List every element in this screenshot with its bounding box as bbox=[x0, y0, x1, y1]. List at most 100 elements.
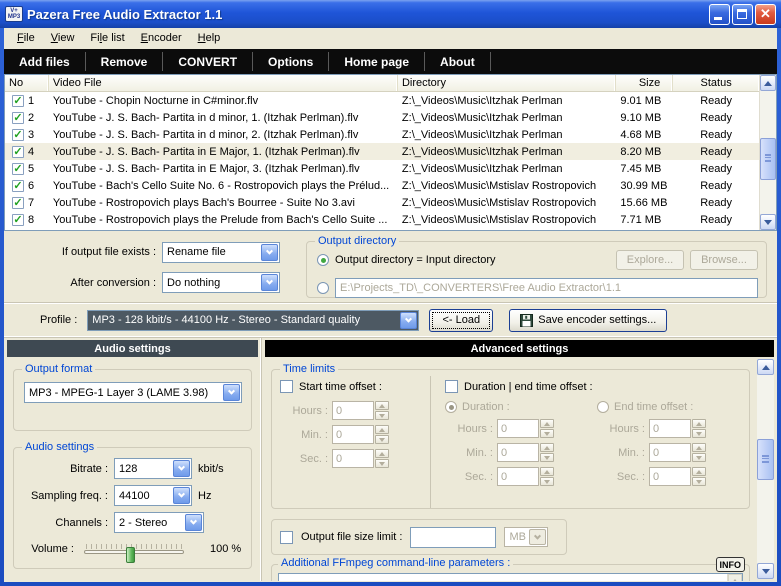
table-row[interactable]: 4YouTube - J. S. Bach- Partita in E Majo… bbox=[5, 143, 759, 160]
size-unit-combo[interactable]: MB bbox=[504, 527, 548, 547]
spin-down-icon[interactable] bbox=[692, 477, 706, 486]
spin-up-icon[interactable] bbox=[375, 425, 389, 434]
size-limit-input[interactable] bbox=[410, 527, 496, 548]
spin-down-icon[interactable] bbox=[375, 411, 389, 420]
spinner-buttons[interactable] bbox=[692, 443, 706, 462]
menu-file-list[interactable]: File list bbox=[83, 30, 131, 46]
spinner-buttons[interactable] bbox=[540, 419, 554, 438]
volume-slider[interactable] bbox=[84, 544, 184, 554]
duration-end-checkbox[interactable] bbox=[445, 380, 458, 393]
end-time-offset-radio[interactable] bbox=[597, 401, 609, 413]
column-header-directory[interactable]: Directory bbox=[398, 75, 616, 91]
maximize-button[interactable] bbox=[732, 4, 753, 25]
spin-down-icon[interactable] bbox=[540, 477, 554, 486]
radio-custom-directory[interactable] bbox=[317, 282, 329, 294]
spinner-buttons[interactable] bbox=[375, 401, 389, 420]
chevron-down-icon[interactable] bbox=[400, 312, 417, 329]
row-checkbox-checked[interactable] bbox=[12, 112, 24, 124]
scroll-up-icon[interactable] bbox=[760, 75, 776, 91]
spin-field[interactable]: 0 bbox=[649, 467, 691, 486]
column-header-status[interactable]: Status bbox=[673, 75, 759, 91]
table-row[interactable]: 5YouTube - J. S. Bach- Partita in E Majo… bbox=[5, 160, 759, 177]
spinner-buttons[interactable] bbox=[540, 467, 554, 486]
spin-field[interactable]: 0 bbox=[332, 425, 374, 444]
menu-view[interactable]: View bbox=[44, 30, 82, 46]
minimize-button[interactable] bbox=[709, 4, 730, 25]
spin-field[interactable]: 0 bbox=[649, 419, 691, 438]
scroll-down-icon[interactable] bbox=[760, 214, 776, 230]
spinner-buttons[interactable] bbox=[692, 467, 706, 486]
sampling-combo[interactable]: 44100 bbox=[114, 485, 192, 506]
chevron-down-icon[interactable] bbox=[261, 244, 278, 261]
if-exists-combo[interactable]: Rename file bbox=[162, 242, 280, 263]
scrollbar-thumb[interactable] bbox=[757, 439, 774, 480]
save-encoder-settings-button[interactable]: Save encoder settings... bbox=[509, 309, 667, 332]
spinner-buttons[interactable] bbox=[692, 419, 706, 438]
channels-combo[interactable]: 2 - Stereo bbox=[114, 512, 204, 533]
table-row[interactable]: 1YouTube - Chopin Nocturne in C#minor.fl… bbox=[5, 92, 759, 109]
browse-button[interactable]: Browse... bbox=[690, 250, 758, 270]
chevron-down-icon[interactable] bbox=[185, 514, 202, 531]
file-list-scrollbar[interactable] bbox=[759, 75, 776, 230]
spin-down-icon[interactable] bbox=[692, 429, 706, 438]
spin-field[interactable]: 0 bbox=[332, 401, 374, 420]
scroll-up-icon[interactable] bbox=[728, 574, 742, 581]
duration-radio[interactable] bbox=[445, 401, 457, 413]
bitrate-combo[interactable]: 128 bbox=[114, 458, 192, 479]
table-row[interactable]: 8YouTube - Rostropovich plays the Prelud… bbox=[5, 211, 759, 228]
spin-up-icon[interactable] bbox=[540, 443, 554, 452]
spin-up-icon[interactable] bbox=[692, 467, 706, 476]
chevron-down-icon[interactable] bbox=[173, 487, 190, 504]
load-button[interactable]: <- Load bbox=[429, 309, 493, 332]
table-row[interactable]: 2YouTube - J. S. Bach- Partita in d mino… bbox=[5, 109, 759, 126]
after-conversion-combo[interactable]: Do nothing bbox=[162, 272, 280, 293]
chevron-down-icon[interactable] bbox=[173, 460, 190, 477]
spinner-buttons[interactable] bbox=[375, 449, 389, 468]
table-row[interactable]: 6YouTube - Bach's Cello Suite No. 6 - Ro… bbox=[5, 177, 759, 194]
spin-field[interactable]: 0 bbox=[649, 443, 691, 462]
toolbar-convert-button[interactable]: CONVERT bbox=[163, 49, 252, 74]
custom-directory-field[interactable]: E:\Projects_TD\_CONVERTERS\Free Audio Ex… bbox=[335, 278, 758, 298]
output-format-combo[interactable]: MP3 - MPEG-1 Layer 3 (LAME 3.98) bbox=[24, 382, 242, 403]
row-checkbox-checked[interactable] bbox=[12, 129, 24, 141]
info-button[interactable]: INFO bbox=[716, 557, 746, 572]
spin-up-icon[interactable] bbox=[540, 467, 554, 476]
spin-up-icon[interactable] bbox=[692, 443, 706, 452]
column-header-size[interactable]: Size bbox=[616, 75, 673, 91]
ffmpeg-params-textarea[interactable] bbox=[279, 574, 727, 581]
spinner-buttons[interactable] bbox=[375, 425, 389, 444]
spin-field[interactable]: 0 bbox=[332, 449, 374, 468]
spin-up-icon[interactable] bbox=[375, 401, 389, 410]
scrollbar-thumb[interactable] bbox=[760, 138, 776, 180]
advanced-panel-scrollbar[interactable] bbox=[757, 359, 774, 579]
spin-up-icon[interactable] bbox=[692, 419, 706, 428]
size-limit-checkbox[interactable] bbox=[280, 531, 293, 544]
row-checkbox-checked[interactable] bbox=[12, 95, 24, 107]
menu-help[interactable]: Help bbox=[191, 30, 228, 46]
slider-thumb[interactable] bbox=[126, 547, 135, 563]
toolbar-add-files-button[interactable]: Add files bbox=[4, 49, 85, 74]
scroll-up-icon[interactable] bbox=[757, 359, 774, 375]
spin-field[interactable]: 0 bbox=[497, 443, 539, 462]
spin-field[interactable]: 0 bbox=[497, 419, 539, 438]
table-row[interactable]: 7YouTube - Rostropovich plays Bach's Bou… bbox=[5, 194, 759, 211]
close-button[interactable]: ✕ bbox=[755, 4, 776, 25]
start-time-offset-checkbox[interactable] bbox=[280, 380, 293, 393]
menu-file[interactable]: File bbox=[10, 30, 42, 46]
row-checkbox-checked[interactable] bbox=[12, 197, 24, 209]
toolbar-remove-button[interactable]: Remove bbox=[86, 49, 163, 74]
chevron-down-icon[interactable] bbox=[223, 384, 240, 401]
spinner-buttons[interactable] bbox=[540, 443, 554, 462]
scroll-down-icon[interactable] bbox=[757, 563, 774, 579]
column-header-videofile[interactable]: Video File bbox=[49, 75, 398, 91]
spin-down-icon[interactable] bbox=[540, 429, 554, 438]
menu-encoder[interactable]: Encoder bbox=[134, 30, 189, 46]
radio-output-equals-input[interactable] bbox=[317, 254, 329, 266]
profile-combo[interactable]: MP3 - 128 kbit/s - 44100 Hz - Stereo - S… bbox=[87, 310, 419, 331]
row-checkbox-checked[interactable] bbox=[12, 146, 24, 158]
spin-down-icon[interactable] bbox=[692, 453, 706, 462]
chevron-down-icon[interactable] bbox=[261, 274, 278, 291]
toolbar-options-button[interactable]: Options bbox=[253, 49, 328, 74]
spin-up-icon[interactable] bbox=[375, 449, 389, 458]
toolbar-home-page-button[interactable]: Home page bbox=[329, 49, 424, 74]
